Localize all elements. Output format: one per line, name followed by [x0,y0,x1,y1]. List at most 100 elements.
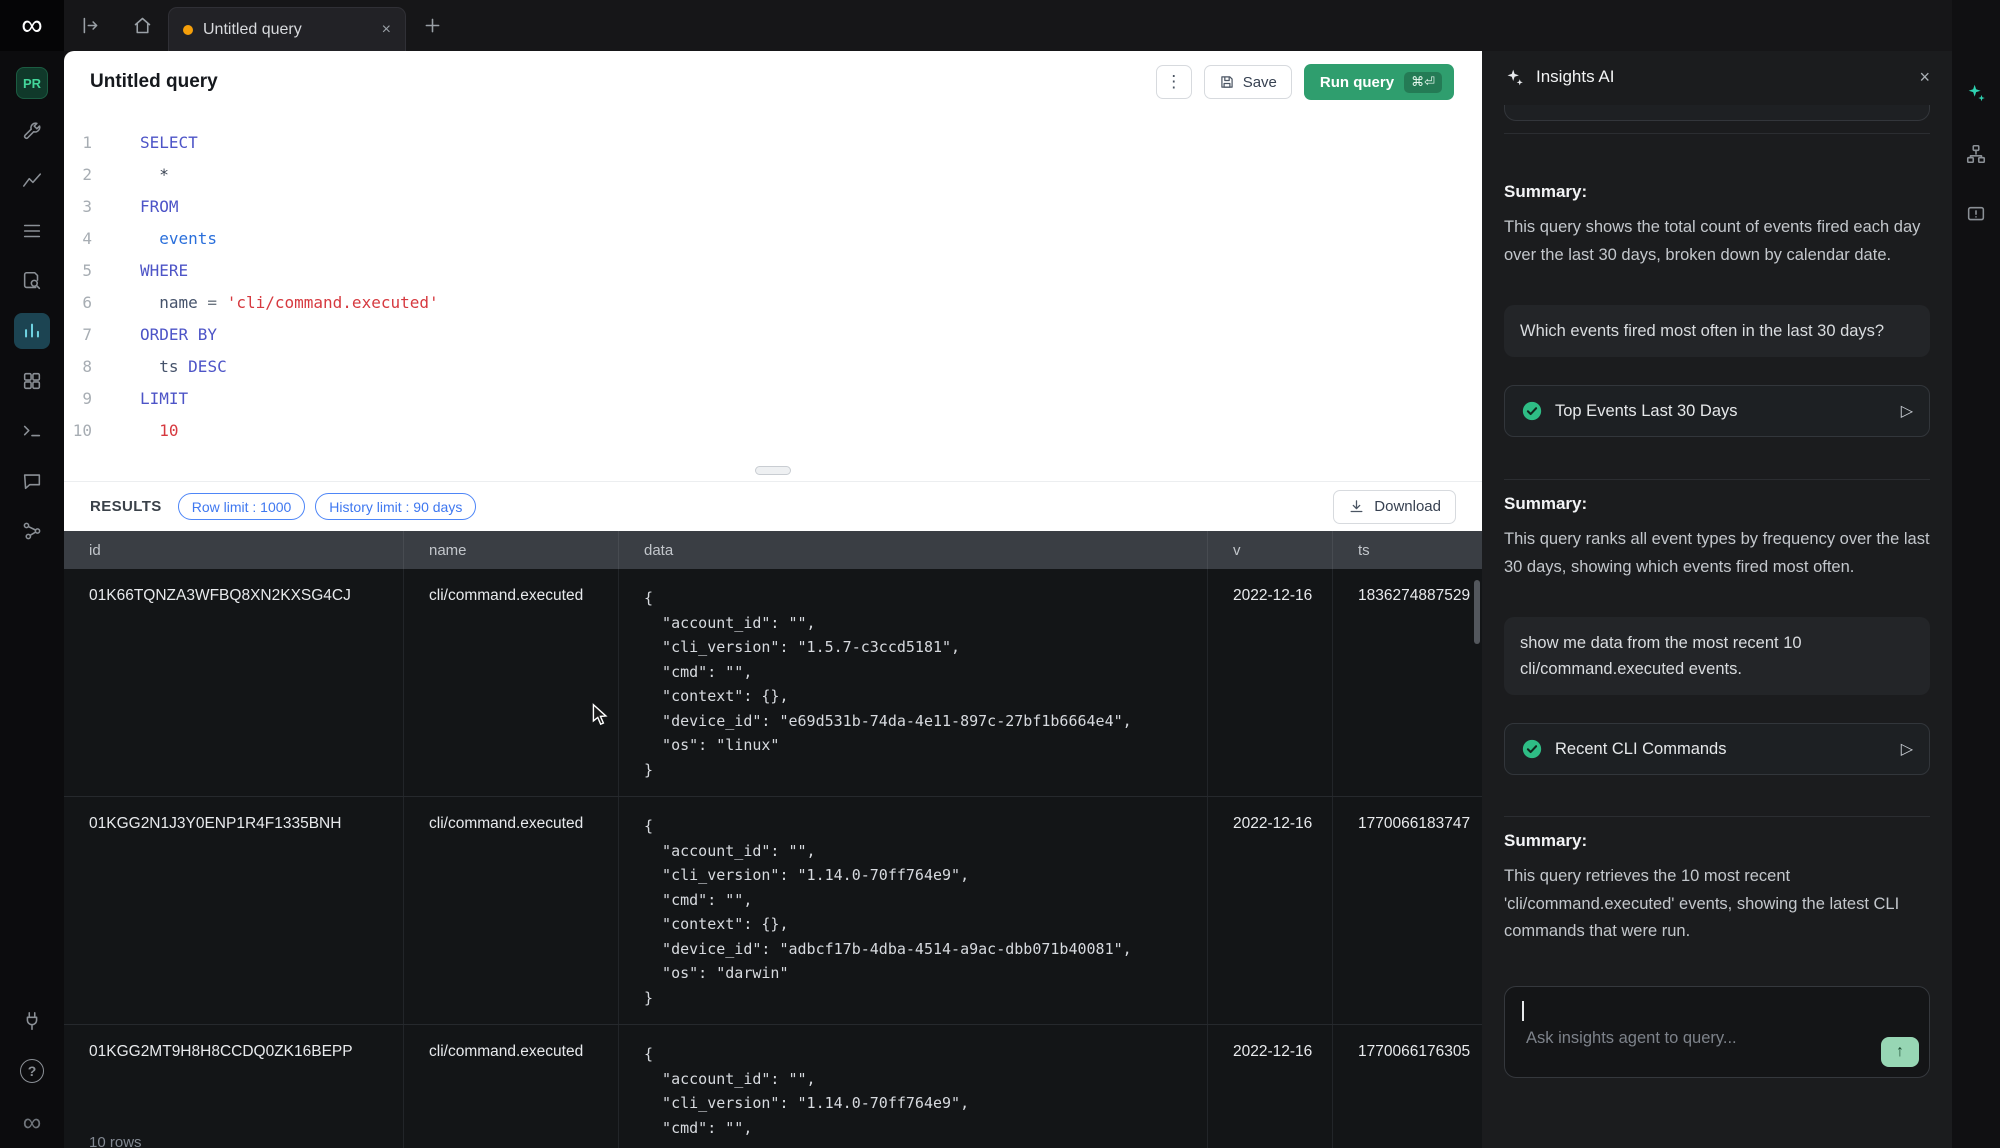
file-search-icon [21,270,43,292]
insights-header: Insights AI × [1482,51,1952,103]
save-label: Save [1243,74,1277,91]
rail-item-insights-ai[interactable] [1965,82,1987,109]
sidebar-item-query[interactable] [14,313,50,349]
sidebar-item-help[interactable]: ? [14,1053,50,1089]
query-header: Untitled query ⋮ Save Run query ⌘⏎ [64,51,1482,113]
divider [1504,479,1930,480]
table-row[interactable]: 01KGG2MT9H8H8CCDQ0ZK16BEPP cli/command.e… [64,1025,1482,1148]
sql-token: * [140,165,169,184]
sidebar-item-integrations[interactable] [14,1003,50,1039]
sidebar-item-pipelines[interactable] [14,513,50,549]
sidebar-item-data-explorer[interactable] [14,263,50,299]
rail-item-feedback[interactable] [1965,204,1987,231]
rows-icon [21,220,43,242]
check-circle-icon [1521,400,1543,422]
summary-label: Summary: [1504,494,1930,514]
close-panel-icon[interactable]: × [1919,67,1930,88]
sql-token: 10 [159,421,178,440]
sidebar-item-apps[interactable] [14,363,50,399]
chat-icon [21,470,43,492]
code-line: 6 name = 'cli/command.executed' [64,287,1482,319]
tab-untitled-query[interactable]: Untitled query × [168,7,406,51]
line-number: 5 [64,255,116,287]
rail-item-schema[interactable] [1965,143,1987,170]
query-result-card[interactable]: Top Events Last 30 Days ▷ [1504,385,1930,437]
sidebar-item-console[interactable] [14,413,50,449]
play-icon[interactable]: ▷ [1901,401,1913,421]
line-chart-icon [21,170,43,192]
cell-id: 01KGG2N1J3Y0ENP1R4F1335BNH [64,797,404,1024]
sql-token [140,293,159,312]
code-line: 4 events [64,223,1482,255]
more-options-button[interactable]: ⋮ [1156,65,1192,99]
sql-token [140,229,159,248]
column-header-v[interactable]: v [1208,531,1333,569]
scrolled-card-edge [1504,105,1930,121]
history-limit-badge[interactable]: History limit : 90 days [315,493,476,520]
row-limit-badge[interactable]: Row limit : 1000 [178,493,306,520]
toggle-sidebar-button[interactable] [64,0,116,51]
column-header-data[interactable]: data [619,531,1208,569]
cell-id: 01K66TQNZA3WFBQ8XN2KXSG4CJ [64,569,404,796]
run-query-button[interactable]: Run query ⌘⏎ [1304,64,1454,100]
column-header-ts[interactable]: ts [1333,531,1482,569]
download-button[interactable]: Download [1333,490,1456,524]
sidebar-item-tools[interactable] [14,113,50,149]
content-row: Untitled query ⋮ Save Run query ⌘⏎ 1SELE… [64,51,1952,1148]
insights-title: Insights AI [1536,67,1908,87]
cell-ts: 1836274887529 [1333,569,1482,796]
summary-text: This query shows the total count of even… [1504,214,1930,269]
sidebar-item-chat[interactable] [14,463,50,499]
divider [1504,133,1930,134]
line-number: 9 [64,383,116,415]
cell-data: { "account_id": "", "cli_version": "1.14… [619,797,1208,1024]
center-column: Untitled query × Untitled query ⋮ Save R… [64,0,1952,1148]
sql-token: events [159,229,217,248]
plug-icon [21,1010,43,1032]
table-row[interactable]: 01KGG2N1J3Y0ENP1R4F1335BNH cli/command.e… [64,797,1482,1025]
results-toolbar: RESULTS Row limit : 1000 History limit :… [64,481,1482,531]
line-number: 6 [64,287,116,319]
column-header-id[interactable]: id [64,531,404,569]
cell-name: cli/command.executed [404,569,619,796]
splitter-handle[interactable] [755,466,791,475]
query-result-card[interactable]: Recent CLI Commands ▷ [1504,723,1930,775]
new-tab-button[interactable] [406,0,458,51]
app-root: ∞ PR ? ∞ Untitled query × [0,0,2000,1148]
cell-v: 2022-12-16 [1208,1025,1333,1148]
project-badge[interactable]: PR [16,67,48,99]
code-line: 10 10 [64,415,1482,447]
ai-sparkle-icon [1504,67,1525,88]
home-button[interactable] [116,0,168,51]
send-button[interactable]: ↑ [1881,1037,1919,1067]
sidebar-item-rows[interactable] [14,213,50,249]
results-table-header: id name data v ts [64,531,1482,569]
feedback-icon [1965,204,1987,226]
save-icon [1219,74,1235,90]
user-question: show me data from the most recent 10 cli… [1504,617,1930,695]
sql-token: ORDER BY [140,325,217,344]
editor-results-splitter [64,459,1482,481]
check-circle-icon [1521,738,1543,760]
table-row[interactable]: 01K66TQNZA3WFBQ8XN2KXSG4CJ cli/command.e… [64,569,1482,797]
left-sidebar: ∞ PR ? ∞ [0,0,64,1148]
infinity-footer-icon: ∞ [23,1107,42,1138]
sql-editor[interactable]: 1SELECT 2 * 3FROM 4 events 5WHERE 6 name… [64,113,1482,459]
insights-ai-panel: Insights AI × Summary: This query shows … [1482,51,1952,1148]
workflow-icon [21,520,43,542]
sql-token [179,357,189,376]
play-icon[interactable]: ▷ [1901,739,1913,759]
save-button[interactable]: Save [1204,65,1292,99]
column-header-name[interactable]: name [404,531,619,569]
sidebar-item-metrics[interactable] [14,163,50,199]
ask-agent-input[interactable] [1505,987,1929,1077]
tab-close-icon[interactable]: × [382,21,391,39]
terminal-icon [21,420,43,442]
code-line: 5WHERE [64,255,1482,287]
query-title: Untitled query [90,71,1144,93]
line-number: 3 [64,191,116,223]
sql-token: = [198,293,227,312]
table-scrollbar[interactable] [1474,580,1480,644]
line-number: 4 [64,223,116,255]
cell-v: 2022-12-16 [1208,797,1333,1024]
